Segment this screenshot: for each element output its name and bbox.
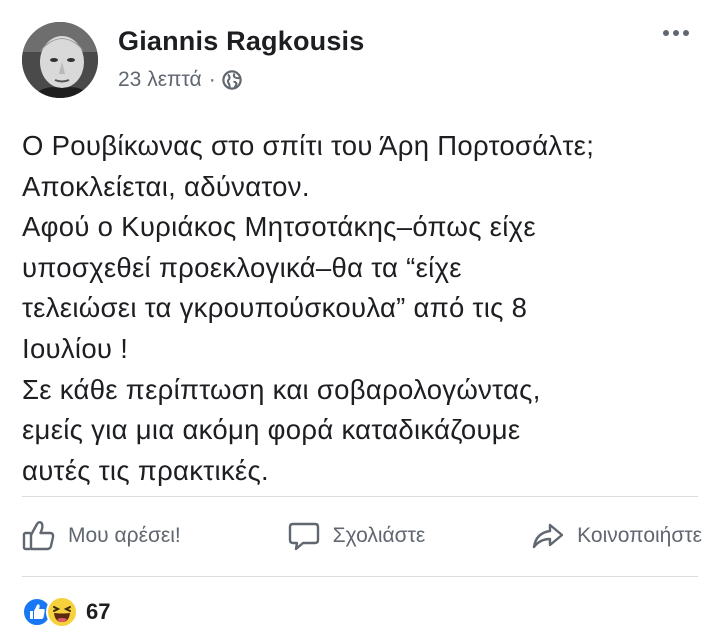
post-meta: 23 λεπτά · [118,68,242,92]
post-time[interactable]: 23 λεπτά [118,68,202,92]
post-line: Αποκλείεται, αδύνατον. [22,170,310,202]
avatar[interactable] [22,22,98,98]
post-line: Σε κάθε περίπτωση και σοβαρολογώντας, [22,373,541,405]
action-bar: Μου αρέσει! Σχολιάστε Κοινοποιήστε [22,506,702,566]
comment-label: Σχολιάστε [332,524,426,547]
share-icon [531,520,565,552]
facebook-post-card: Giannis Ragkousis 23 λεπτά · Ο Ρουβίκωνα [0,0,720,644]
reaction-count: 67 [86,599,111,624]
divider [22,496,698,497]
post-line: εμείς για μια ακόμη φορά καταδικάζουμε [22,414,521,446]
post-header: Giannis Ragkousis 23 λεπτά · [22,20,700,100]
reaction-icons [22,596,84,628]
comment-button[interactable]: Σχολιάστε [287,520,426,552]
more-options-icon[interactable] [658,24,694,42]
post-line: υποσχεθεί προεκλογικά–θα τα “είχε [22,251,462,283]
comment-icon [287,520,321,552]
thumbs-up-icon [22,520,56,552]
share-label: Κοινοποιήστε [577,524,702,547]
post-body: Ο Ρουβίκωνας στο σπίτι του Άρη Πορτοσάλτ… [22,126,702,491]
like-label: Μου αρέσει! [68,524,181,547]
haha-reaction-icon [46,596,78,628]
post-line: Αφού ο Κυριάκος Μητσοτάκης–όπως είχε [22,211,536,243]
post-line: Ιουλίου ! [22,332,129,364]
like-button[interactable]: Μου αρέσει! [22,520,181,552]
share-button[interactable]: Κοινοποιήστε [531,520,702,552]
reactions-summary[interactable]: 67 [22,594,110,630]
globe-icon [221,70,242,90]
author-name[interactable]: Giannis Ragkousis [118,26,364,57]
post-line: Ο Ρουβίκωνας στο σπίτι του Άρη Πορτοσάλτ… [22,130,595,161]
divider [22,576,698,577]
meta-separator: · [208,68,216,91]
post-line: τελειώσει τα γκρουπούσκουλα” από τις 8 [22,292,528,324]
post-line: αυτές τις πρακτικές. [22,454,269,486]
